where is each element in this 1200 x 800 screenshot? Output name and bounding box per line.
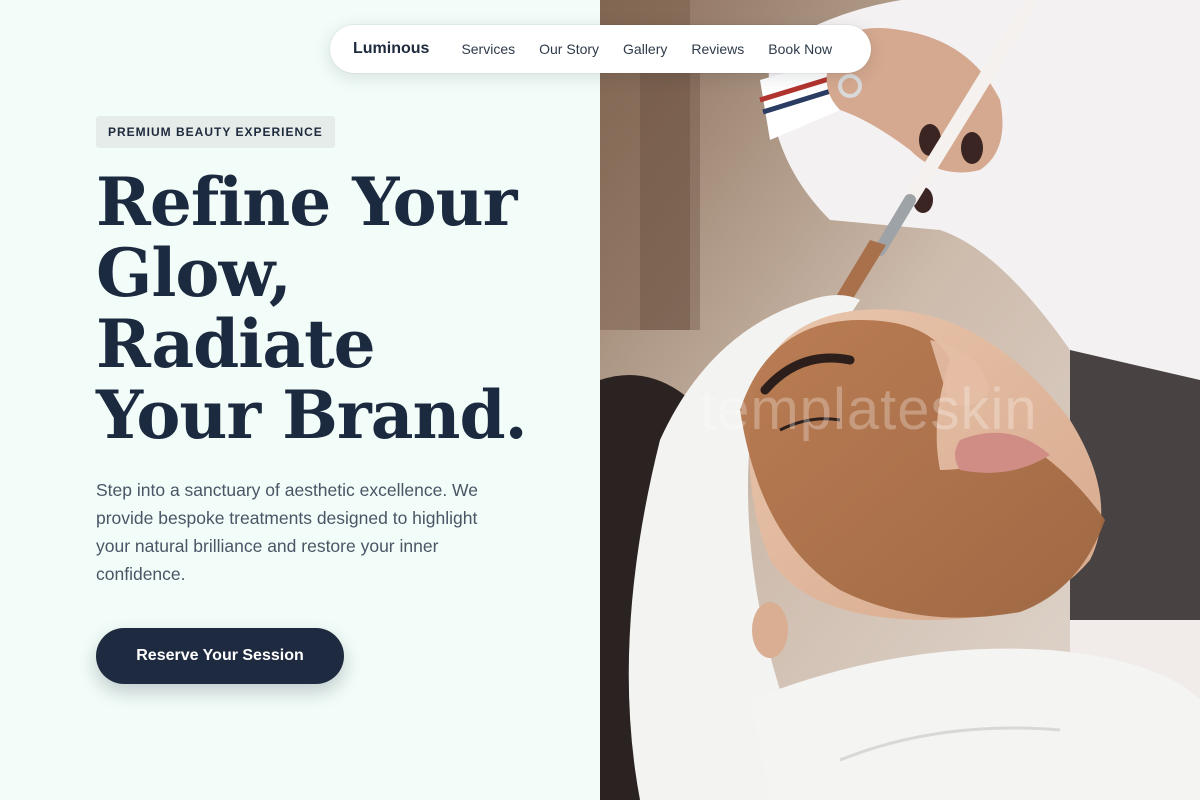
- headline-line: Radiate: [96, 305, 376, 383]
- nav-link-reviews[interactable]: Reviews: [691, 41, 744, 57]
- headline-line: Refine Your: [96, 163, 517, 241]
- reserve-session-button[interactable]: Reserve Your Session: [96, 628, 344, 684]
- top-navigation: Luminous Services Our Story Gallery Revi…: [330, 25, 871, 73]
- nav-link-gallery[interactable]: Gallery: [623, 41, 667, 57]
- hero-description: Step into a sanctuary of aesthetic excel…: [96, 480, 478, 584]
- hero-headline: Refine Your Glow, Radiate Your Brand.: [96, 167, 576, 451]
- hero-badge: PREMIUM BEAUTY EXPERIENCE: [96, 116, 335, 148]
- headline-line: Your Brand.: [96, 376, 528, 454]
- nav-links: Services Our Story Gallery Reviews Book …: [461, 41, 832, 57]
- image-watermark: templateskin: [700, 377, 1038, 442]
- brand-logo[interactable]: Luminous: [353, 40, 429, 58]
- hero-left-panel: PREMIUM BEAUTY EXPERIENCE Refine Your Gl…: [0, 0, 600, 800]
- headline-line: Glow,: [96, 234, 292, 312]
- nav-link-book-now[interactable]: Book Now: [768, 41, 832, 57]
- nav-link-our-story[interactable]: Our Story: [539, 41, 599, 57]
- nav-link-services[interactable]: Services: [461, 41, 515, 57]
